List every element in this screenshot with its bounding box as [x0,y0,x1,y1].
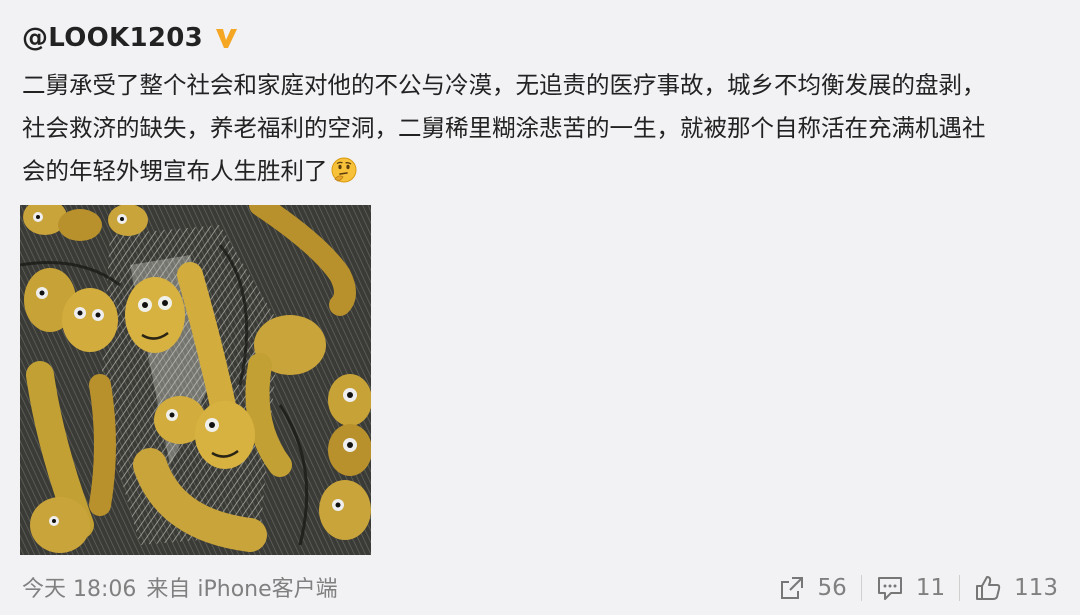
share-icon [780,577,803,599]
post-author: @LOOK1203 [22,18,239,58]
comment-button[interactable]: 11 [862,571,959,605]
username-link[interactable]: @LOOK1203 [22,23,203,53]
like-button[interactable]: 113 [960,571,1072,605]
post-image[interactable] [20,205,371,555]
weibo-post-card: @LOOK1203 二舅承受了整个社会和家庭对他的不公与冷漠，无追责的医疗事故，… [0,0,1080,615]
post-text-line: 社会救济的缺失，养老福利的空洞，二舅稀里糊涂悲苦的一生，就被那个自称活在充满机遇… [22,114,986,142]
expressionist-crowd-painting [20,205,371,555]
comment-count: 11 [915,575,946,601]
comment-icon [877,577,902,600]
post-footer: 今天 18:06 来自 iPhone客户端 56 11 113 [0,567,1080,609]
post-text-line: 二舅承受了整个社会和家庭对他的不公与冷漠，无追责的医疗事故，城乡不均衡发展的盘剥… [22,71,986,99]
share-count: 56 [817,575,847,601]
post-actions: 56 11 113 [764,567,1072,609]
post-meta: 今天 18:06 来自 iPhone客户端 [22,571,338,603]
verified-v-icon [216,29,238,48]
share-button[interactable]: 56 [764,571,861,605]
like-count: 113 [1014,575,1058,601]
post-text-line: 会的年轻外甥宣布人生胜利了 [22,150,1062,193]
post-time[interactable]: 今天 18:06 [22,571,136,603]
thinking-face-icon [331,157,356,183]
post-text: 二舅承受了整个社会和家庭对他的不公与冷漠，无追责的医疗事故，城乡不均衡发展的盘剥… [22,64,1062,193]
thumbs-up-icon [976,576,1001,600]
post-source[interactable]: 来自 iPhone客户端 [146,571,337,603]
